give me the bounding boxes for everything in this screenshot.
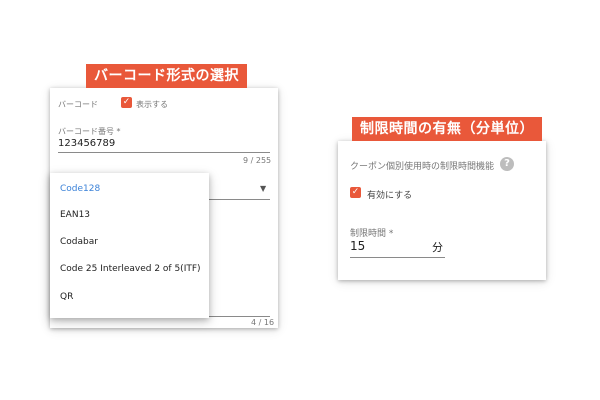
time-limit-banner: 制限時間の有無（分単位） (352, 117, 542, 141)
option-code128[interactable]: Code128 (60, 184, 100, 194)
barcode-number-underline (58, 152, 270, 153)
check-icon: ✓ (122, 97, 131, 107)
barcode-label: バーコード (58, 100, 98, 109)
time-limit-underline (350, 257, 445, 258)
option-codabar[interactable]: Codabar (60, 237, 98, 247)
option-ean13[interactable]: EAN13 (60, 210, 90, 220)
barcode-type-dropdown: Code128 EAN13 Codabar Code 25 Interleave… (50, 173, 209, 318)
time-limit-input[interactable]: 15 (350, 239, 365, 253)
barcode-number-input[interactable]: 123456789 (58, 138, 115, 149)
barcode-number-label: バーコード番号 * (58, 127, 121, 136)
dropdown-arrow-icon[interactable]: ▼ (260, 184, 266, 193)
time-limit-feature-label: クーポン個別使用時の制限時間機能 (350, 162, 495, 172)
time-limit-unit: 分 (432, 241, 443, 254)
barcode-number-counter: 9 / 255 (243, 156, 272, 165)
enable-time-limit-label: 有効にする (367, 191, 413, 201)
check-icon: ✓ (351, 187, 360, 197)
show-barcode-checkbox[interactable]: ✓ (121, 97, 132, 108)
show-barcode-label: 表示する (136, 100, 168, 109)
bottom-field-counter: 4 / 16 (251, 318, 275, 327)
option-qr[interactable]: QR (60, 292, 73, 302)
time-limit-card: クーポン個別使用時の制限時間機能 ? ✓ 有効にする 制限時間 * 15 分 (338, 141, 546, 280)
time-limit-label: 制限時間 * (350, 229, 394, 239)
bottom-field-underline (208, 316, 270, 317)
enable-time-limit-checkbox[interactable]: ✓ (350, 187, 361, 198)
barcode-type-select-underline (208, 199, 270, 200)
help-icon[interactable]: ? (500, 157, 514, 171)
barcode-format-banner: バーコード形式の選択 (86, 64, 247, 88)
option-itf[interactable]: Code 25 Interleaved 2 of 5(ITF) (60, 264, 201, 274)
